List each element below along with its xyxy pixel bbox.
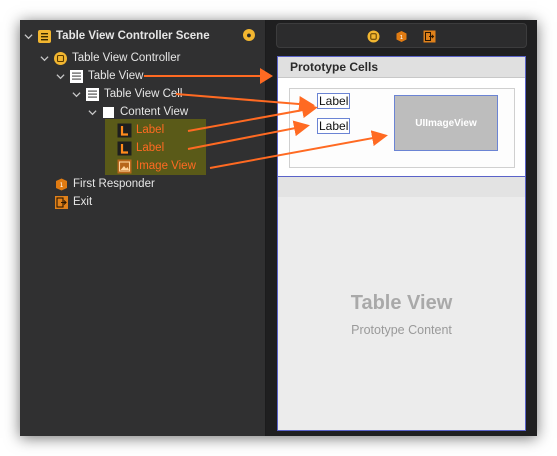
scene-nav-icon[interactable]: ● [243, 29, 255, 41]
svg-text:1: 1 [400, 35, 404, 41]
scene-dock: 1 [276, 23, 527, 48]
svg-text:1: 1 [60, 182, 64, 189]
storyboard-window: Table View Controller Scene ● Table View… [20, 20, 537, 436]
disclosure-open-icon[interactable] [22, 30, 34, 42]
image-view-icon [117, 159, 132, 174]
outline-label: Label [136, 124, 165, 136]
outline-scene-row[interactable]: Table View Controller Scene [22, 27, 210, 45]
view-controller-icon [53, 51, 68, 66]
disclosure-open-icon[interactable] [86, 106, 98, 118]
image-view-placeholder: UIImageView [415, 117, 477, 129]
outline-item-table-view-controller[interactable]: Table View Controller [38, 49, 180, 67]
outline-item-first-responder[interactable]: 1 First Responder [54, 175, 155, 193]
outline-label: Table View Cell [104, 88, 183, 100]
content-view[interactable]: Label Label UIImageView [289, 88, 515, 168]
outline-label: First Responder [73, 178, 155, 190]
table-view-icon [69, 69, 84, 84]
prototype-cells-header: Prototype Cells [278, 57, 525, 78]
table-view-placeholder-title: Table View [350, 292, 453, 314]
exit-icon [54, 195, 69, 210]
document-outline: Table View Controller Scene ● Table View… [20, 20, 265, 436]
outline-item-image-view[interactable]: Image View [117, 157, 196, 175]
outline-item-content-view[interactable]: Content View [86, 103, 188, 121]
cell-label-1[interactable]: Label [317, 93, 351, 109]
outline-label: Content View [120, 106, 189, 118]
table-separator-band [278, 177, 525, 197]
table-view[interactable]: Prototype Cells Label Label UIImageView … [277, 56, 526, 431]
label-icon [117, 141, 132, 156]
disclosure-open-icon[interactable] [70, 88, 82, 100]
outline-item-exit[interactable]: Exit [54, 193, 92, 211]
outline-item-label-2[interactable]: Label [117, 139, 164, 157]
outline-item-table-view[interactable]: Table View [54, 67, 143, 85]
cell-label-2[interactable]: Label [317, 118, 351, 134]
outline-label: Image View [136, 160, 196, 172]
disclosure-open-icon[interactable] [38, 52, 50, 64]
outline-label: Label [136, 142, 165, 154]
outline-label: Table View [88, 70, 144, 82]
outline-label: Exit [73, 196, 93, 208]
table-cell-icon [85, 87, 100, 102]
first-responder-icon: 1 [54, 177, 69, 192]
exit-icon[interactable] [423, 30, 436, 43]
table-view-placeholder-subtitle: Prototype Content [351, 323, 452, 337]
outline-item-table-view-cell[interactable]: Table View Cell [70, 85, 182, 103]
outline-item-label-1[interactable]: Label [117, 121, 164, 139]
disclosure-open-icon[interactable] [54, 70, 66, 82]
table-view-cell[interactable]: Label Label UIImageView [278, 78, 525, 177]
image-view[interactable]: UIImageView [394, 95, 498, 151]
label-icon [117, 123, 132, 138]
content-view-icon [101, 105, 116, 120]
scene-title: Table View Controller Scene [56, 30, 210, 42]
scene-icon [37, 29, 52, 44]
first-responder-icon[interactable]: 1 [395, 30, 408, 43]
view-controller-icon[interactable] [367, 30, 380, 43]
outline-label: Table View Controller [72, 52, 181, 64]
